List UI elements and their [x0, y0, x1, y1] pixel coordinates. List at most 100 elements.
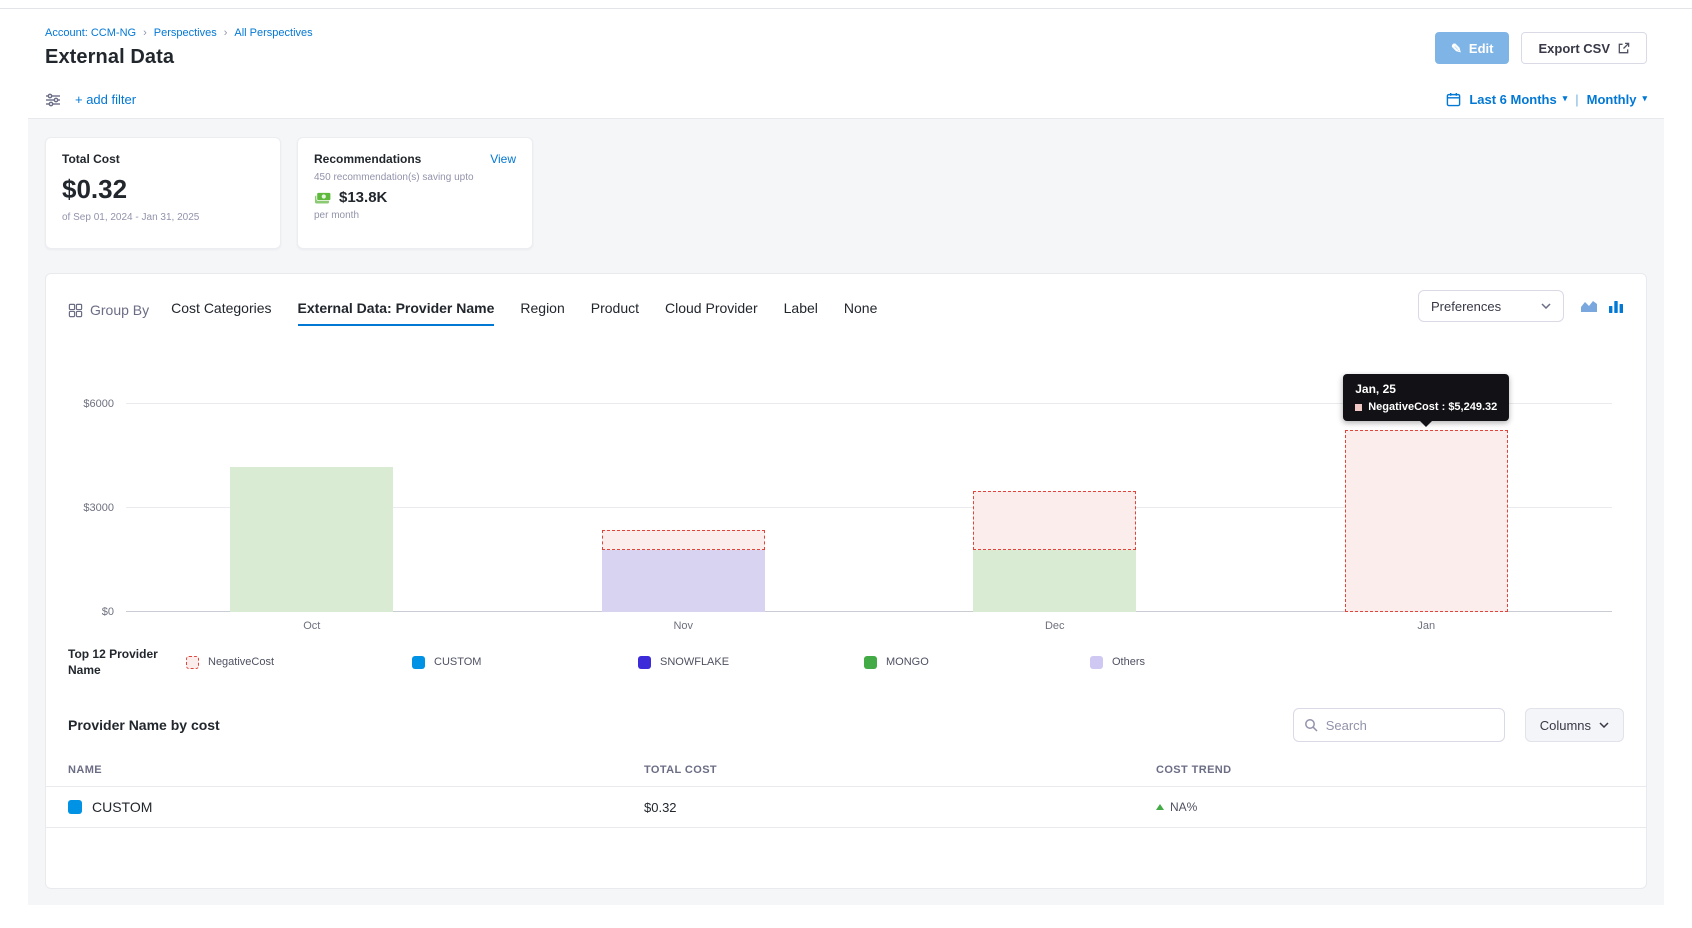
column-header-name[interactable]: NAME — [46, 754, 622, 787]
filter-settings-icon[interactable] — [45, 92, 61, 108]
chart-tooltip: Jan, 25 NegativeCost : $5,249.32 — [1343, 374, 1509, 421]
bar-nov-snowflake[interactable] — [602, 550, 765, 612]
table-controls-right: Columns — [1293, 708, 1624, 742]
breadcrumb: Account: CCM-NG›Perspectives›All Perspec… — [45, 27, 313, 39]
export-csv-label: Export CSV — [1538, 41, 1610, 56]
groupby-tab-region[interactable]: Region — [520, 300, 564, 326]
recommendations-title: Recommendations — [314, 152, 421, 166]
trend-up-icon — [1156, 804, 1164, 810]
trend-value: NA% — [1170, 800, 1197, 814]
legend-item-snowflake[interactable]: SNOWFLAKE — [638, 656, 864, 669]
provider-cost-table: NAMETOTAL COSTCOST TREND CUSTOM $0.32 NA% — [46, 754, 1646, 828]
breadcrumb-link-perspectives[interactable]: Perspectives — [154, 27, 217, 39]
x-axis-label-nov: Nov — [498, 620, 870, 632]
legend-label-others: Others — [1112, 656, 1145, 668]
bar-oct-mongo[interactable] — [230, 467, 393, 612]
bar-dec-negativecost[interactable] — [973, 491, 1136, 550]
breadcrumb-link-all-perspectives[interactable]: All Perspectives — [234, 27, 312, 39]
cell-total-cost: $0.32 — [622, 787, 1134, 828]
columns-button[interactable]: Columns — [1525, 708, 1624, 742]
total-cost-value: $0.32 — [62, 174, 264, 205]
table-header-row: NAMETOTAL COSTCOST TREND — [46, 754, 1646, 787]
groupby-tabs: Cost Categories External Data: Provider N… — [171, 300, 877, 326]
legend-item-custom[interactable]: CUSTOM — [412, 656, 638, 669]
bar-jan-negativecost[interactable] — [1345, 430, 1508, 612]
y-axis-label-0: $0 — [64, 606, 114, 618]
preferences-dropdown[interactable]: Preferences — [1418, 290, 1564, 322]
search-box — [1293, 708, 1505, 742]
bar-column-nov — [498, 380, 870, 612]
table-body: CUSTOM $0.32 NA% — [46, 787, 1646, 828]
legend-label-negativecost: NegativeCost — [208, 656, 274, 668]
groupby-tab-cloud-provider[interactable]: Cloud Provider — [665, 300, 758, 326]
legend-swatch-custom — [412, 656, 425, 669]
recommendations-card-head: Recommendations View — [314, 152, 516, 166]
pencil-icon: ✎ — [1451, 42, 1462, 55]
groupby-tab-external-data-provider-name[interactable]: External Data: Provider Name — [298, 300, 495, 326]
perspective-panel: Group By Cost Categories External Data: P… — [45, 273, 1647, 889]
table-row-custom[interactable]: CUSTOM $0.32 NA% — [46, 787, 1646, 828]
groupby-row: Group By Cost Categories External Data: P… — [46, 274, 1646, 326]
content-area: Total Cost $0.32 of Sep 01, 2024 - Jan 3… — [28, 119, 1664, 905]
legend-item-mongo[interactable]: MONGO — [864, 656, 1090, 669]
area-chart-icon[interactable] — [1580, 298, 1598, 314]
date-range-dropdown[interactable]: Last 6 Months ▾ — [1469, 92, 1567, 107]
chart-legend: Top 12 Provider Name NegativeCost CUSTOM S… — [46, 632, 1646, 678]
bar-nov-negativecost[interactable] — [602, 530, 765, 549]
column-header-total-cost[interactable]: TOTAL COST — [622, 754, 1134, 787]
legend-title: Top 12 Provider Name — [68, 646, 186, 678]
tooltip-title: Jan, 25 — [1355, 382, 1497, 396]
date-controls: Last 6 Months ▾ | Monthly ▾ — [1446, 92, 1647, 107]
chart-type-toggle — [1580, 298, 1624, 314]
total-cost-title: Total Cost — [62, 152, 264, 166]
total-cost-period: of Sep 01, 2024 - Jan 31, 2025 — [62, 212, 264, 223]
recommendations-view-link[interactable]: View — [490, 152, 516, 166]
groupby-label-wrap: Group By — [68, 302, 149, 326]
name-cell-custom: CUSTOM — [68, 799, 600, 815]
page-title: External Data — [45, 46, 313, 69]
breadcrumb-link-account-ccm-ng[interactable]: Account: CCM-NG — [45, 27, 136, 39]
tooltip-series-value: NegativeCost : $5,249.32 — [1368, 401, 1497, 413]
bar-chart-icon[interactable] — [1608, 298, 1624, 314]
column-header-cost-trend[interactable]: COST TREND — [1134, 754, 1646, 787]
y-axis-label-6000: $6000 — [64, 398, 114, 410]
row-swatch-custom — [68, 800, 82, 814]
tooltip-line: NegativeCost : $5,249.32 — [1355, 401, 1497, 413]
row-name-label: CUSTOM — [92, 799, 152, 815]
edit-button-label: Edit — [1469, 41, 1494, 56]
search-input[interactable] — [1326, 718, 1494, 733]
recommendations-card: Recommendations View 450 recommendation(… — [297, 137, 533, 249]
date-controls-divider: | — [1575, 92, 1578, 107]
groupby-right: Preferences — [1418, 290, 1624, 326]
legend-label-custom: CUSTOM — [434, 656, 481, 668]
granularity-dropdown[interactable]: Monthly ▾ — [1587, 92, 1647, 107]
tooltip-series-swatch — [1355, 404, 1362, 411]
app-root: Account: CCM-NG›Perspectives›All Perspec… — [28, 9, 1664, 905]
chevron-down-icon — [1599, 722, 1609, 728]
groupby-tab-cost-categories[interactable]: Cost Categories — [171, 300, 271, 326]
bar-column-dec — [869, 380, 1241, 612]
legend-item-others[interactable]: Others — [1090, 656, 1316, 669]
groupby-tab-none[interactable]: None — [844, 300, 877, 326]
trend-indicator: NA% — [1156, 800, 1624, 814]
header-left: Account: CCM-NG›Perspectives›All Perspec… — [45, 27, 313, 69]
add-filter-button[interactable]: + add filter — [75, 92, 136, 107]
legend-label-mongo: MONGO — [886, 656, 929, 668]
cost-chart: Jan, 25 NegativeCost : $5,249.32 $6000$3… — [126, 380, 1612, 632]
bar-dec-mongo[interactable] — [973, 550, 1136, 612]
chevron-down-icon: ▾ — [1642, 93, 1647, 104]
groupby-tab-product[interactable]: Product — [591, 300, 639, 326]
export-csv-button[interactable]: Export CSV — [1521, 32, 1647, 64]
cell-name-custom: CUSTOM — [46, 787, 622, 828]
summary-cards-row: Total Cost $0.32 of Sep 01, 2024 - Jan 3… — [45, 137, 1647, 249]
recommendations-amount-row: $13.8K — [314, 189, 516, 206]
y-axis-label-3000: $3000 — [64, 502, 114, 514]
legend-swatch-mongo — [864, 656, 877, 669]
cell-cost-trend: NA% — [1134, 787, 1646, 828]
x-axis-label-oct: Oct — [126, 620, 498, 632]
x-axis-label-jan: Jan — [1241, 620, 1613, 632]
edit-button[interactable]: ✎ Edit — [1435, 32, 1509, 64]
legend-item-negativecost[interactable]: NegativeCost — [186, 656, 412, 669]
groupby-tab-label[interactable]: Label — [784, 300, 818, 326]
legend-swatch-others — [1090, 656, 1103, 669]
